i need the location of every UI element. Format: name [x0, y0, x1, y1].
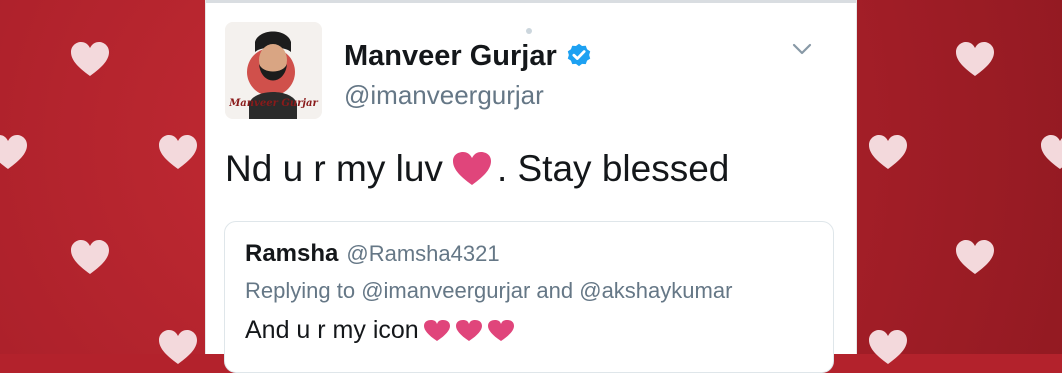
chevron-down-icon[interactable]	[791, 38, 813, 60]
tweet-text-part2: . Stay blessed	[496, 148, 730, 189]
background-heart-icon	[868, 330, 908, 366]
author-name-row[interactable]: Manveer Gurjar	[344, 38, 593, 74]
reply-mention-user2[interactable]: @akshaykumar	[579, 278, 732, 303]
tweet-text-part1: Nd u r my luv	[225, 148, 443, 189]
avatar-caption: Manveer Gurjar	[229, 98, 318, 109]
background-heart-icon	[70, 42, 110, 78]
card-top-border	[206, 0, 856, 3]
replying-prefix: Replying to	[245, 278, 356, 303]
background-heart-icon	[158, 330, 198, 366]
author-handle[interactable]: @imanveergurjar	[344, 80, 544, 111]
tweet-body: Nd u r my luv . Stay blessed	[225, 148, 729, 190]
background-heart-icon	[1040, 135, 1062, 171]
background-heart-icon	[955, 42, 995, 78]
tweet-card[interactable]: Manveer Gurjar Manveer Gurjar @imanveerg…	[205, 0, 857, 373]
replying-and: and	[536, 278, 574, 303]
verified-badge-icon	[567, 43, 590, 67]
quoted-handle[interactable]: @Ramsha4321	[346, 241, 499, 267]
reply-mention-user1[interactable]: @imanveergurjar	[361, 278, 530, 303]
quoted-author-row: Ramsha @Ramsha4321	[245, 240, 500, 268]
quoted-tweet[interactable]: Ramsha @Ramsha4321 Replying to @imanveer…	[224, 221, 834, 373]
heart-emoji-icon	[487, 319, 515, 343]
quoted-tweet-body: And u r my icon	[245, 316, 515, 345]
background-heart-icon	[0, 135, 28, 171]
quoted-tweet-text: And u r my icon	[245, 316, 419, 344]
heart-emoji-icon	[455, 319, 483, 343]
background-heart-icon	[70, 240, 110, 276]
replying-to-line: Replying to @imanveergurjar and @akshayk…	[245, 278, 732, 304]
background-heart-icon	[955, 240, 995, 276]
background-heart-icon	[868, 135, 908, 171]
heart-emoji-icon	[423, 319, 451, 343]
author-display-name[interactable]: Manveer Gurjar	[344, 40, 557, 73]
background-heart-icon	[158, 135, 198, 171]
avatar[interactable]: Manveer Gurjar	[225, 22, 322, 119]
divider-dot	[526, 28, 532, 34]
heart-emoji-icon	[451, 151, 493, 187]
quoted-display-name[interactable]: Ramsha	[245, 240, 338, 268]
